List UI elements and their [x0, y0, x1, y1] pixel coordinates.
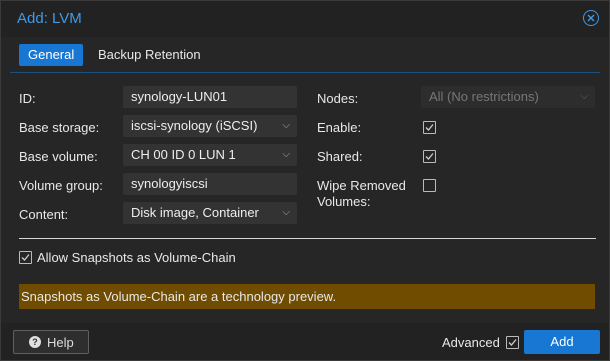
- dialog-titlebar: Add: LVM: [1, 1, 609, 37]
- enable-label: Enable:: [317, 120, 362, 135]
- volume-group-value: synologyiscsi: [131, 176, 208, 191]
- close-icon[interactable]: [583, 10, 599, 26]
- enable-checkbox[interactable]: [423, 121, 436, 134]
- nodes-select: All (No restrictions) ⌵: [421, 86, 595, 108]
- nodes-label: Nodes:: [317, 91, 359, 106]
- check-icon: [508, 339, 517, 346]
- base-storage-select[interactable]: iscsi-synology (iSCSI) ⌵: [123, 115, 297, 137]
- chevron-down-icon: ⌵: [282, 120, 290, 131]
- base-volume-label: Base volume:: [19, 149, 98, 164]
- help-label: Help: [47, 335, 74, 350]
- warning-banner: Snapshots as Volume-Chain are a technolo…: [19, 284, 595, 309]
- chevron-down-icon: ⌵: [580, 91, 588, 102]
- chevron-down-icon: ⌵: [282, 149, 290, 160]
- id-input[interactable]: synology-LUN01: [123, 86, 297, 108]
- id-label: ID:: [19, 91, 36, 106]
- id-value: synology-LUN01: [131, 89, 228, 104]
- check-icon: [21, 254, 30, 261]
- wipe-removed-label-line1: Wipe Removed: [317, 178, 406, 193]
- separator: [19, 238, 596, 239]
- check-icon: [425, 124, 434, 131]
- wipe-removed-label-line2: Volumes:: [317, 194, 371, 209]
- help-button[interactable]: ? Help: [13, 330, 89, 354]
- content-select[interactable]: Disk image, Container ⌵: [123, 202, 297, 224]
- tab-bar: General Backup Retention: [10, 38, 600, 73]
- dialog-footer: ? Help Advanced Add: [1, 323, 609, 360]
- help-icon: ?: [29, 336, 41, 348]
- add-lvm-dialog: Add: LVM General Backup Retention ID: Ba…: [0, 0, 610, 361]
- base-storage-label: Base storage:: [19, 120, 100, 135]
- check-icon: [425, 153, 434, 160]
- dialog-title: Add: LVM: [17, 10, 82, 27]
- add-button[interactable]: Add: [524, 330, 600, 354]
- content-value: Disk image, Container: [131, 205, 259, 220]
- chevron-down-icon: ⌵: [282, 207, 290, 218]
- general-form: ID: Base storage: Base volume: Volume gr…: [1, 72, 609, 242]
- volume-group-label: Volume group:: [19, 178, 103, 193]
- shared-checkbox[interactable]: [423, 150, 436, 163]
- tab-backup-retention[interactable]: Backup Retention: [89, 44, 210, 66]
- base-volume-select[interactable]: CH 00 ID 0 LUN 1 ⌵: [123, 144, 297, 166]
- tab-general[interactable]: General: [19, 44, 84, 66]
- advanced-label: Advanced: [442, 335, 500, 350]
- advanced-checkbox[interactable]: [506, 336, 519, 349]
- base-volume-value: CH 00 ID 0 LUN 1: [131, 147, 236, 162]
- content-label: Content:: [19, 207, 69, 222]
- snapshot-checkbox[interactable]: [19, 251, 32, 264]
- snapshot-label: Allow Snapshots as Volume-Chain: [37, 250, 236, 265]
- wipe-removed-checkbox[interactable]: [423, 179, 436, 192]
- shared-label: Shared:: [317, 149, 363, 164]
- base-storage-value: iscsi-synology (iSCSI): [131, 118, 258, 133]
- nodes-value: All (No restrictions): [429, 89, 539, 104]
- volume-group-input[interactable]: synologyiscsi: [123, 173, 297, 195]
